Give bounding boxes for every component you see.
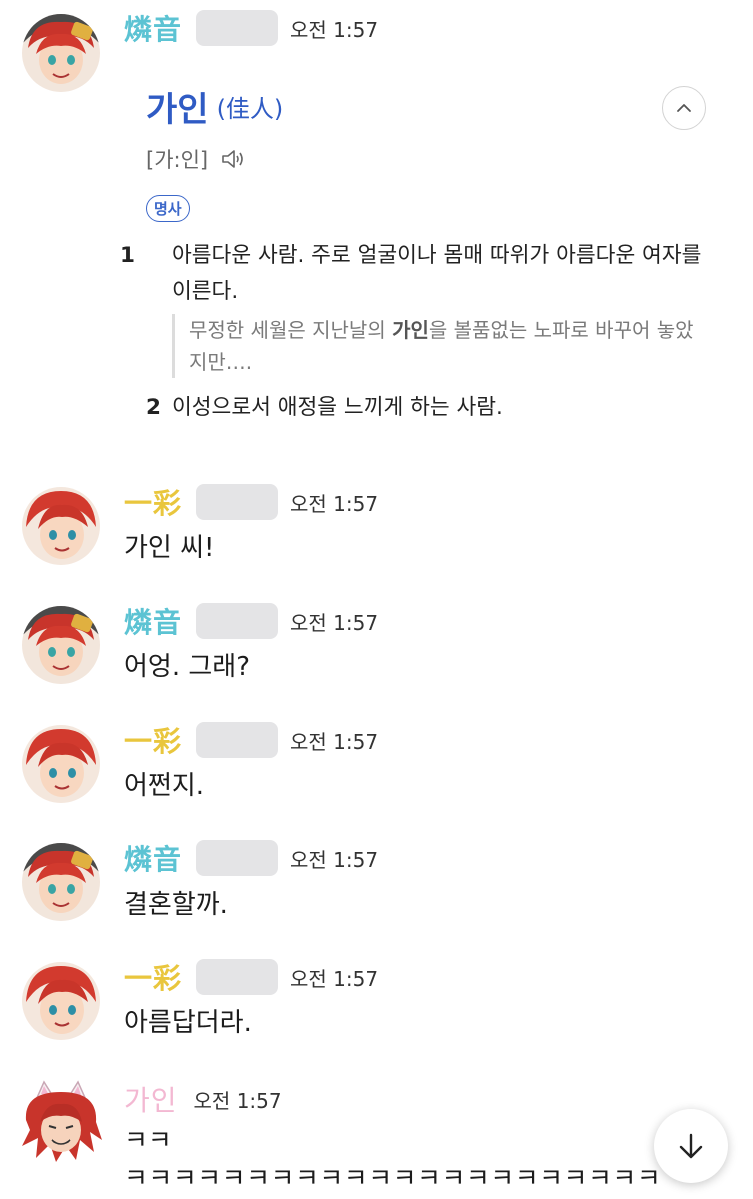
sender-name[interactable]: 一彩 xyxy=(124,957,182,997)
pronunciation-row: [가:인] xyxy=(146,144,246,174)
avatar-gain[interactable] xyxy=(16,1080,106,1170)
example-highlight: 가인 xyxy=(392,318,429,342)
definition-text: 아름다운 사람. 주로 얼굴이나 몸매 따위가 아름다운 여자를 이른다. xyxy=(172,243,702,304)
timestamp: 오전 1:57 xyxy=(290,847,379,872)
sender-name[interactable]: 一彩 xyxy=(124,482,182,522)
dictionary-headword: 가인 (佳人) xyxy=(146,82,716,131)
sender-name[interactable]: 燐音 xyxy=(124,838,182,878)
avatar-rinne[interactable] xyxy=(22,606,100,684)
definition-text: 이성으로서 애정을 느끼게 하는 사람. xyxy=(172,395,503,420)
message-text: 아름답더라. xyxy=(124,1008,252,1038)
message-text: 가인 씨! xyxy=(124,533,215,563)
message-header: 燐音 오전 1:57 xyxy=(124,838,378,878)
dictionary-hanja: (佳人) xyxy=(216,95,284,123)
speaker-icon[interactable] xyxy=(220,147,246,171)
dictionary-card: 가인 (佳人) [가:인] 명사 1 아름다운 사람. 주로 얼굴이나 몸매 따위가… xyxy=(120,82,716,420)
message-header: 一彩 오전 1:57 xyxy=(124,482,378,522)
definition-2: 2 이성으로서 애정을 느끼게 하는 사람. xyxy=(146,390,711,426)
definition-number: 2 xyxy=(146,395,161,420)
message-text: 어엉. 그래? xyxy=(124,652,251,682)
definition-example: 무정한 세월은 지난날의 가인을 볼품없는 노파로 바꾸어 놓았지만…. xyxy=(172,314,707,378)
message-text: 어쩐지. xyxy=(124,771,205,801)
dictionary-word[interactable]: 가인 xyxy=(146,82,209,131)
sender-name[interactable]: 一彩 xyxy=(124,720,182,760)
redacted-tag xyxy=(196,959,279,995)
arrow-down-icon xyxy=(679,1133,703,1159)
sender-name[interactable]: 燐音 xyxy=(124,601,182,641)
message-header: 一彩 오전 1:57 xyxy=(124,957,378,997)
scroll-to-bottom-button[interactable] xyxy=(654,1109,728,1183)
part-of-speech-badge: 명사 xyxy=(146,195,190,222)
redacted-tag xyxy=(196,603,279,639)
timestamp: 오전 1:57 xyxy=(193,1088,282,1113)
message-header: 燐音 오전 1:57 xyxy=(124,8,378,48)
definition-number: 1 xyxy=(120,243,135,268)
sender-name[interactable]: 가인 xyxy=(124,1079,178,1119)
chevron-up-icon xyxy=(677,104,691,112)
timestamp: 오전 1:57 xyxy=(290,17,379,42)
avatar-ichiko[interactable] xyxy=(22,962,100,1040)
definition-1: 1 아름다운 사람. 주로 얼굴이나 몸매 따위가 아름다운 여자를 이른다. xyxy=(120,238,711,310)
message-header: 一彩 오전 1:57 xyxy=(124,720,378,760)
avatar-ichiko[interactable] xyxy=(22,725,100,803)
sender-name[interactable]: 燐音 xyxy=(124,8,182,48)
pronunciation: [가:인] xyxy=(146,148,209,172)
avatar-rinne[interactable] xyxy=(22,843,100,921)
message-header: 가인 오전 1:57 xyxy=(124,1079,282,1119)
example-text: 무정한 세월은 지난날의 xyxy=(189,318,393,342)
redacted-tag xyxy=(196,722,279,758)
avatar-rinne[interactable] xyxy=(22,14,100,92)
redacted-tag xyxy=(196,484,279,520)
avatar-ichiko[interactable] xyxy=(22,487,100,565)
timestamp: 오전 1:57 xyxy=(290,491,379,516)
message-text-continued: ㅋㅋㅋㅋㅋㅋㅋㅋㅋㅋㅋㅋㅋㅋㅋㅋㅋㅋㅋㅋㅋㅋ xyxy=(124,1164,662,1194)
redacted-tag xyxy=(196,840,279,876)
timestamp: 오전 1:57 xyxy=(290,966,379,991)
timestamp: 오전 1:57 xyxy=(290,610,379,635)
collapse-button[interactable] xyxy=(662,86,706,130)
message-header: 燐音 오전 1:57 xyxy=(124,601,378,641)
message-text: 결혼할까. xyxy=(124,890,228,920)
timestamp: 오전 1:57 xyxy=(290,729,379,754)
message-text: ㅋㅋ xyxy=(124,1126,172,1156)
redacted-tag xyxy=(196,10,279,46)
